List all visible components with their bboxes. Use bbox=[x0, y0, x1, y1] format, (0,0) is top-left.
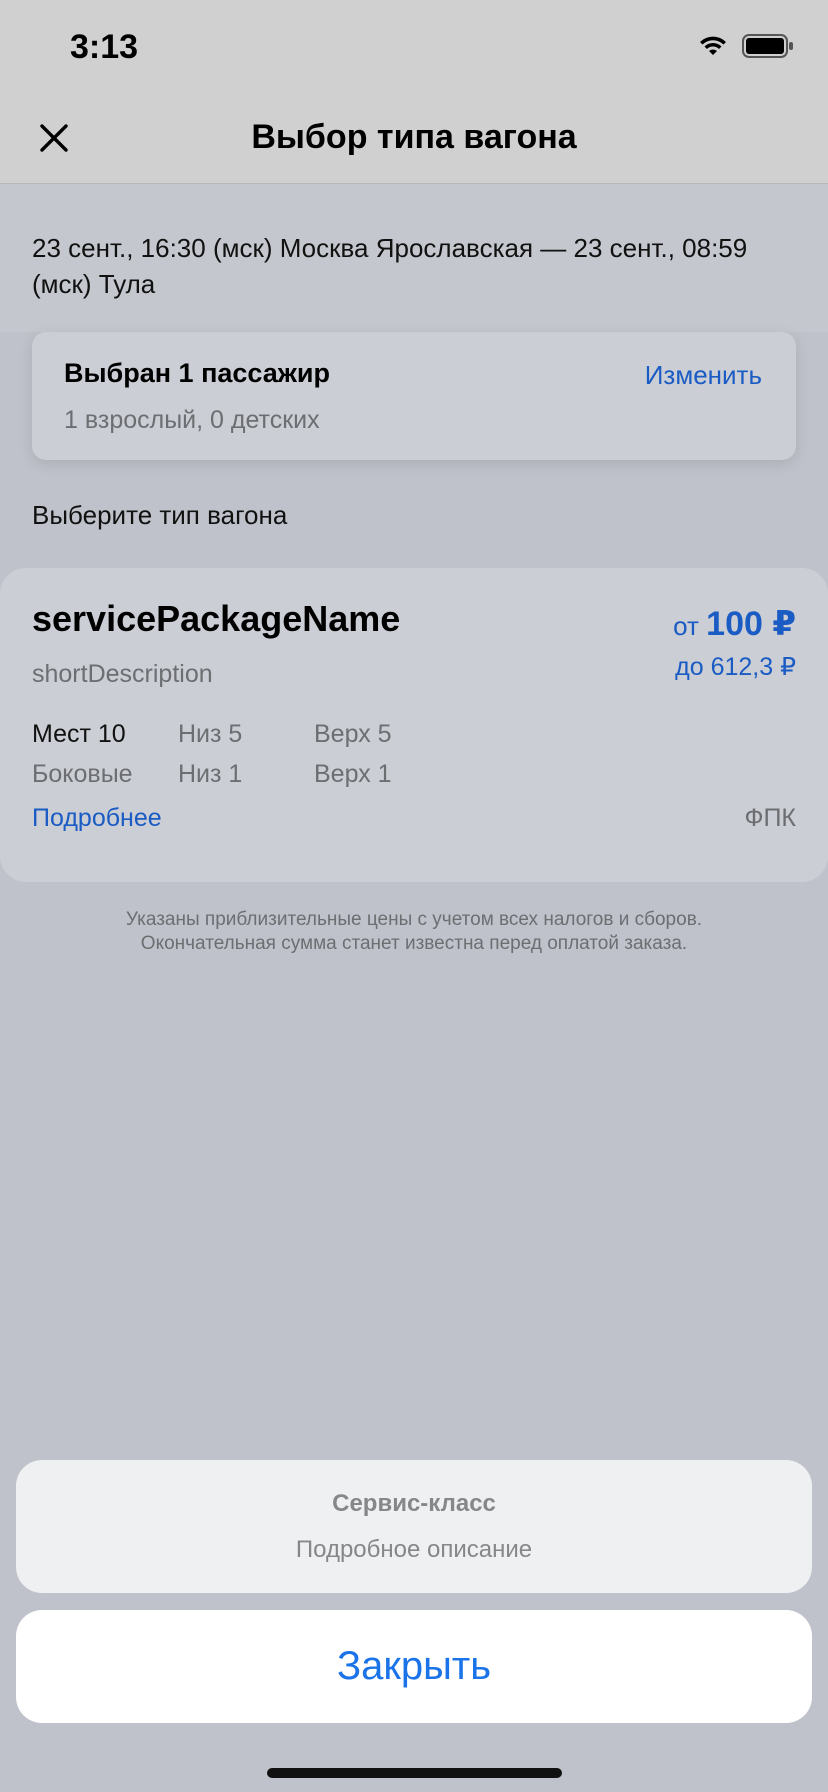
price-from: от 100 ₽ bbox=[673, 604, 796, 644]
action-sheet-header: Сервис-класс Подробное описание bbox=[16, 1460, 812, 1593]
action-sheet-subtitle: Подробное описание bbox=[295, 1536, 533, 1563]
seats-total: Мест 10 bbox=[32, 720, 126, 748]
price-from-value: 100 ₽ bbox=[706, 605, 796, 643]
status-bar: 3:13 bbox=[0, 0, 828, 96]
car-type-card[interactable]: servicePackageName shortDescription от 1… bbox=[0, 568, 828, 882]
side-seats-lower: Низ 1 bbox=[178, 760, 243, 788]
section-label: Выберите тип вагона bbox=[32, 500, 288, 530]
side-seats-upper: Верх 1 bbox=[314, 760, 392, 788]
status-time: 3:13 bbox=[70, 28, 139, 66]
seats-lower: Низ 5 bbox=[178, 720, 243, 748]
route-summary: 23 сент., 16:30 (мск) Москва Ярославская… bbox=[0, 184, 828, 332]
nav-bar: Выбор типа вагона bbox=[0, 96, 828, 184]
battery-icon bbox=[742, 34, 793, 58]
side-seats-label: Боковые bbox=[32, 760, 133, 788]
disclaimer-line-2: Окончательная сумма станет известна пере… bbox=[140, 933, 688, 954]
seats-upper: Верх 5 bbox=[314, 720, 392, 748]
home-indicator bbox=[267, 1768, 562, 1778]
price-disclaimer: Указаны приблизительные цены с учетом вс… bbox=[40, 908, 788, 956]
disclaimer-line-1: Указаны приблизительные цены с учетом вс… bbox=[125, 909, 703, 930]
change-passengers-link[interactable]: Изменить bbox=[645, 360, 762, 391]
price-from-prefix: от bbox=[673, 611, 699, 641]
carrier-name: ФПК bbox=[744, 804, 796, 832]
passenger-breakdown: 1 взрослый, 0 детских bbox=[64, 406, 320, 434]
action-sheet-title: Сервис-класс bbox=[332, 1490, 496, 1517]
price-to: до 612,3 ₽ bbox=[675, 653, 796, 681]
close-button[interactable]: Закрыть bbox=[16, 1610, 812, 1723]
details-link[interactable]: Подробнее bbox=[32, 804, 162, 833]
page-title: Выбор типа вагона bbox=[251, 118, 577, 156]
wifi-icon bbox=[700, 36, 726, 55]
route-text: 23 сент., 16:30 (мск) Москва Ярославская… bbox=[32, 233, 748, 299]
status-icons bbox=[698, 34, 794, 58]
passenger-count: Выбран 1 пассажир bbox=[64, 358, 331, 388]
car-short-description: shortDescription bbox=[32, 660, 213, 688]
passenger-card: Выбран 1 пассажир 1 взрослый, 0 детских … bbox=[32, 332, 796, 460]
car-service-name: servicePackageName bbox=[32, 598, 401, 639]
